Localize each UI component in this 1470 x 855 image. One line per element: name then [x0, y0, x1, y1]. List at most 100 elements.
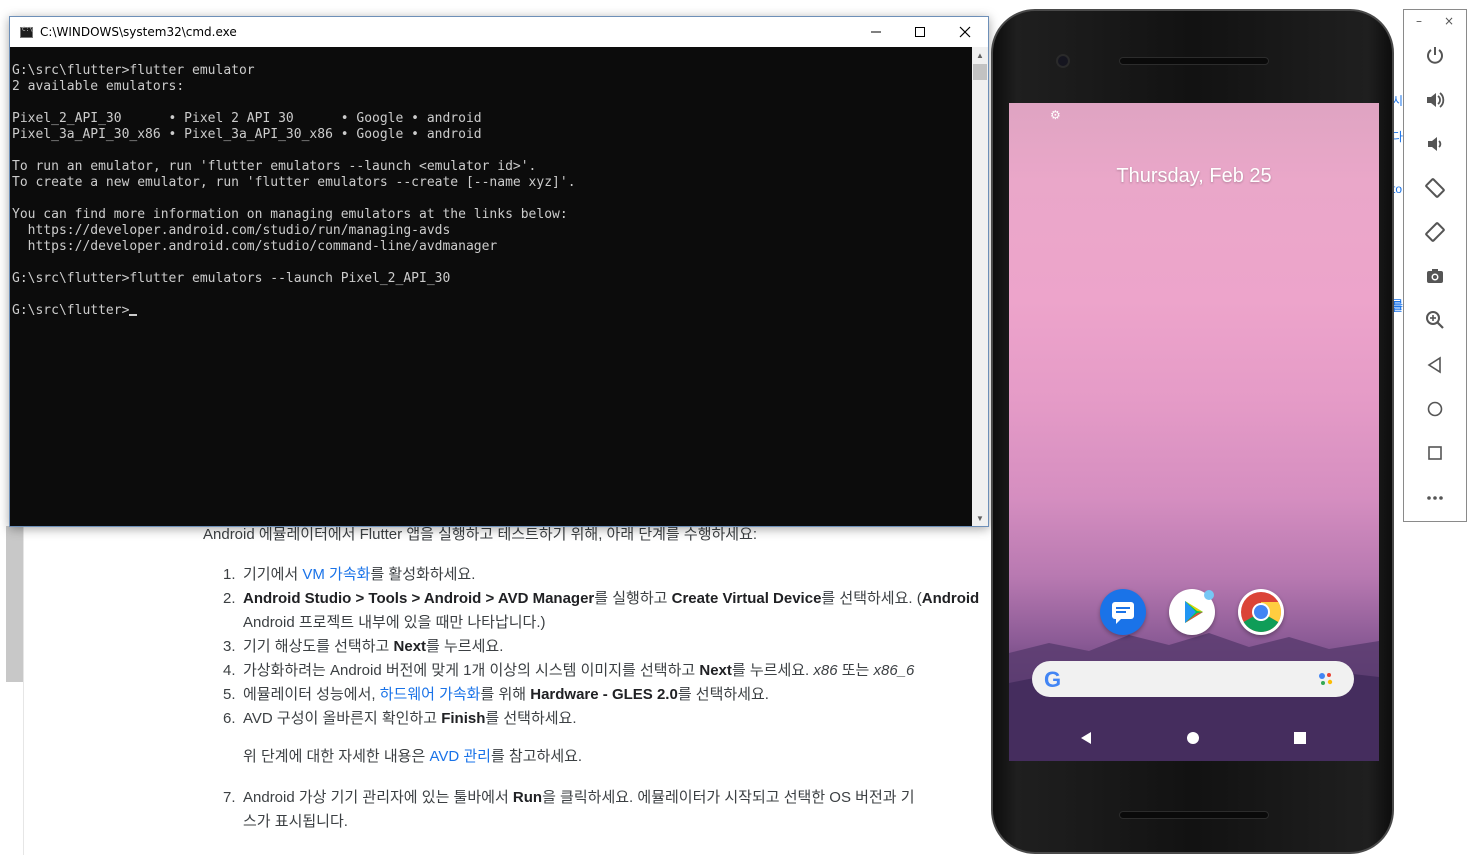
nav-back-icon[interactable]: [1075, 727, 1097, 749]
step-text: Hardware - GLES 2.0: [530, 686, 678, 703]
google-logo: G: [1044, 667, 1062, 692]
toolbar-minimize-button[interactable]: –: [1416, 14, 1422, 28]
step-item: 3. 기기 해상도를 선택하고 Next를 누르세요.: [223, 635, 993, 659]
step-text: x86_6: [873, 662, 915, 679]
power-icon[interactable]: [1420, 41, 1450, 69]
minimize-button[interactable]: [853, 17, 899, 47]
scroll-down-icon[interactable]: ▼: [972, 510, 988, 526]
step-text: 가상화하려는 Android 버전에 맞게 1개 이상의 시스템 이미지를 선택…: [243, 662, 700, 679]
phone-screen[interactable]: ⚙ Thursday, Feb 25 G: [1009, 103, 1379, 761]
step-text: 를 실행하고: [594, 590, 672, 607]
terminal-lines: G:\src\flutter>flutter emulator 2 availa…: [12, 63, 576, 286]
step-7: 7. Android 가상 기기 관리자에 있는 툴바에서 Run을 클릭하세요.…: [223, 786, 993, 834]
nav-overview-icon[interactable]: [1289, 727, 1311, 749]
step-text: 에뮬레이터 성능에서,: [243, 686, 380, 703]
step-text: 를 위해: [480, 686, 531, 703]
step-number: 6.: [223, 710, 236, 727]
maximize-button[interactable]: [897, 17, 943, 47]
step-text: 를 선택하세요.: [485, 710, 577, 727]
cmd-title-bar[interactable]: C:\WINDOWS\system32\cmd.exe: [10, 17, 988, 47]
volume-up-icon[interactable]: [1420, 86, 1450, 114]
step-item: 1. 기기에서 VM 가속화를 활성화하세요.: [223, 563, 993, 587]
step-text: 기기 해상도를 선택하고: [243, 638, 394, 655]
volume-down-icon[interactable]: [1420, 130, 1450, 158]
note-text: 위 단계에 대한 자세한 내용은 AVD 관리를 참고하세요.: [243, 745, 582, 769]
step-text: x86: [813, 662, 838, 679]
zoom-icon[interactable]: [1420, 306, 1450, 334]
terminal-scrollbar[interactable]: ▲ ▼: [972, 47, 988, 526]
step-number: 1.: [223, 566, 236, 583]
top-speaker: [1119, 57, 1269, 65]
camera-icon[interactable]: [1420, 262, 1450, 290]
nav-home-icon[interactable]: [1182, 727, 1204, 749]
step-text: Next: [393, 638, 427, 655]
step-text: Create Virtual Device: [671, 590, 822, 607]
scroll-thumb[interactable]: [973, 64, 987, 80]
step-text: AVD 구성이 올바른지 확인하고: [243, 710, 442, 727]
bottom-speaker: [1119, 811, 1269, 819]
page-scrollbar[interactable]: [6, 526, 23, 682]
minimize-icon: [871, 31, 881, 33]
cmd-window[interactable]: C:\WINDOWS\system32\cmd.exe G:\src\flutt…: [9, 16, 989, 527]
steps-list: 1. 기기에서 VM 가속화를 활성화하세요. 2. Android Studio >…: [223, 563, 993, 731]
cmd-title: C:\WINDOWS\system32\cmd.exe: [40, 25, 237, 39]
step-text: 를 누르세요.: [731, 662, 814, 679]
step-item: 5. 에뮬레이터 성능에서, 하드웨어 가속화를 위해 Hardware - GL…: [223, 683, 993, 707]
emulator-toolbar: – ×: [1403, 9, 1467, 522]
note-before: 위 단계에 대한 자세한 내용은: [243, 748, 430, 765]
step-text: 를 선택하세요. (: [821, 590, 922, 607]
front-camera: [1056, 54, 1070, 68]
text-cursor: [129, 314, 138, 316]
step-item: 2. Android Studio > Tools > Android > AVD…: [223, 587, 993, 635]
step-link[interactable]: 하드웨어 가속화: [380, 686, 481, 703]
close-button[interactable]: [942, 17, 988, 47]
step-text: 를 활성화하세요.: [370, 566, 476, 583]
step-text: Android: [921, 590, 980, 607]
step-number: 7.: [223, 789, 236, 806]
step-text: Android Studio > Tools > Android > AVD M…: [243, 590, 595, 607]
back-icon[interactable]: [1420, 351, 1450, 379]
step-item: 7. Android 가상 기기 관리자에 있는 툴바에서 Run을 클릭하세요.…: [223, 786, 993, 834]
step-text: 기기에서: [243, 566, 303, 583]
step-text: 을 클릭하세요. 에뮬레이터가 시작되고 선택한 OS 버전과 기: [542, 789, 915, 806]
step-number: 3.: [223, 638, 236, 655]
step-number: 5.: [223, 686, 236, 703]
scroll-up-icon[interactable]: ▲: [972, 47, 988, 63]
avd-manage-link[interactable]: AVD 관리: [429, 748, 491, 765]
step-text: Android 가상 기기 관리자에 있는 툴바에서: [243, 789, 513, 806]
step-link[interactable]: VM 가속화: [302, 566, 370, 583]
step-number: 4.: [223, 662, 236, 679]
step-text: 또는: [837, 662, 874, 679]
close-icon: [959, 26, 971, 38]
note-after: 를 참고하세요.: [490, 748, 583, 765]
assistant-icon[interactable]: [1318, 672, 1334, 686]
messages-app-icon[interactable]: [1100, 589, 1146, 635]
step-item: 4. 가상화하려는 Android 버전에 맞게 1개 이상의 시스템 이미지를 …: [223, 659, 993, 683]
overview-icon[interactable]: [1420, 439, 1450, 467]
step-text: 를 선택하세요.: [677, 686, 769, 703]
rotate-right-icon[interactable]: [1420, 218, 1450, 246]
step-text: Run: [512, 789, 543, 806]
home-date[interactable]: Thursday, Feb 25: [1009, 165, 1379, 188]
step-text-continued: Android 프로젝트 내부에 있을 때만 나타납니다.): [243, 614, 546, 631]
more-icon[interactable]: [1420, 483, 1450, 511]
android-emulator-phone: ⚙ Thursday, Feb 25 G: [991, 9, 1394, 854]
cmd-app-icon: [20, 26, 33, 38]
terminal-prompt: G:\src\flutter>: [12, 303, 130, 318]
step-text-continued: 스가 표시됩니다.: [243, 813, 348, 830]
home-icon[interactable]: [1420, 395, 1450, 423]
chrome-app-icon[interactable]: [1238, 589, 1284, 635]
maximize-icon: [915, 27, 925, 37]
step-text: Next: [699, 662, 732, 679]
google-search-bar[interactable]: G: [1032, 661, 1354, 697]
step-text: 를 누르세요.: [426, 638, 504, 655]
rotate-left-icon[interactable]: [1420, 174, 1450, 202]
step-text: Finish: [441, 710, 486, 727]
step-item: 6. AVD 구성이 올바른지 확인하고 Finish를 선택하세요.: [223, 707, 993, 731]
step-number: 2.: [223, 590, 236, 607]
toolbar-close-button[interactable]: ×: [1444, 14, 1454, 28]
terminal-output[interactable]: G:\src\flutter>flutter emulator 2 availa…: [10, 47, 972, 526]
desktop: Android 에뮬레이터에서 Flutter 앱을 실행하고 테스트하기 위해…: [0, 0, 1470, 855]
page-divider: [23, 526, 24, 855]
settings-gear-icon[interactable]: ⚙: [1050, 108, 1061, 122]
